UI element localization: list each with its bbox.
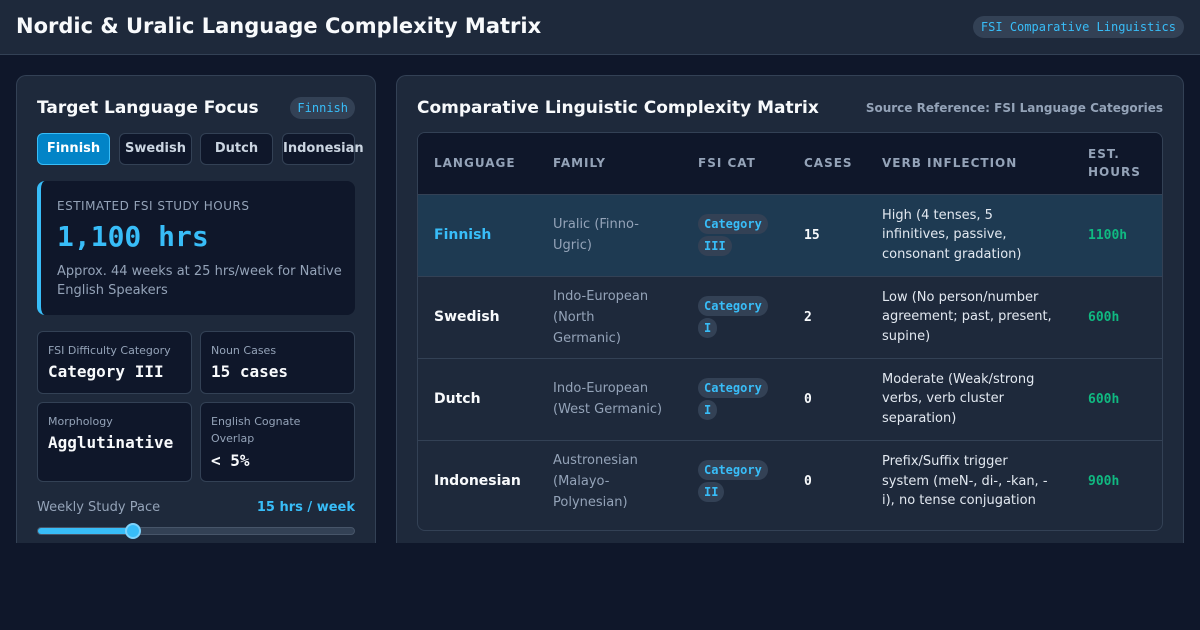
table-row-swedish[interactable]: Swedish Indo-European (North Germanic) C… (418, 275, 1162, 358)
complexity-matrix-panel: Comparative Linguistic Complexity Matrix… (396, 75, 1184, 543)
tab-finnish[interactable]: Finnish (37, 133, 110, 165)
column-header-verb-inflection[interactable]: VERB INFLECTION (866, 133, 1072, 194)
category-badge: Category III (698, 214, 768, 256)
category-badge: Category I (698, 296, 768, 338)
noun-cases-card: Noun Cases 15 cases (200, 331, 355, 394)
cell-language: Dutch (418, 357, 537, 440)
cell-category: Category II (682, 439, 788, 522)
tab-swedish[interactable]: Swedish (119, 133, 192, 165)
header-badge: FSI Comparative Linguistics (972, 16, 1184, 38)
app-title: Nordic & Uralic Language Complexity Matr… (16, 14, 542, 38)
column-header-cases[interactable]: CASES (788, 133, 866, 194)
selected-language-badge: Finnish (290, 97, 355, 119)
complexity-table: LANGUAGE FAMILY FSI CAT CASES VERB INFLE… (417, 132, 1163, 531)
tab-dutch[interactable]: Dutch (200, 133, 273, 165)
cognate-overlap-card: English Cognate Overlap < 5% (200, 402, 355, 482)
cell-language: Indonesian (418, 439, 537, 522)
morphology-card: Morphology Agglutinative (37, 402, 192, 482)
cell-cases: 0 (788, 357, 866, 440)
cell-family: Austronesian (Malayo-Polynesian) (537, 439, 682, 522)
cell-family: Indo-European (North Germanic) (537, 275, 682, 358)
stat-label: English Cognate Overlap (211, 415, 301, 445)
weekly-pace-value: 15 hrs / week (256, 500, 355, 515)
cell-hours: 1100h (1072, 193, 1162, 276)
study-hours-card: ESTIMATED FSI STUDY HOURS 1,100 hrs Appr… (37, 181, 355, 315)
weekly-pace-label: Weekly Study Pace (37, 500, 161, 515)
cell-verb-inflection: Prefix/Suffix trigger system (meN-, di-,… (866, 439, 1072, 522)
column-header-fsi-cat[interactable]: FSI CAT (682, 133, 788, 194)
column-header-est-hours[interactable]: EST. HOURS (1072, 133, 1162, 194)
column-header-family[interactable]: FAMILY (537, 133, 682, 194)
stat-label: Morphology (48, 415, 113, 428)
cell-hours: 900h (1072, 439, 1162, 522)
cell-language: Finnish (418, 193, 537, 276)
table-row-finnish[interactable]: Finnish Uralic (Finno-Ugric) Category II… (418, 193, 1162, 276)
stat-value: 15 cases (211, 362, 289, 381)
stat-label: Noun Cases (211, 344, 277, 357)
cell-verb-inflection: High (4 tenses, 5 infinitives, passive, … (866, 193, 1072, 276)
cell-verb-inflection: Moderate (Weak/strong verbs, verb cluste… (866, 357, 1072, 440)
matrix-title: Comparative Linguistic Complexity Matrix (417, 98, 819, 118)
language-focus-panel: Target Language Focus Finnish Finnish Sw… (16, 75, 376, 543)
category-badge: Category II (698, 460, 768, 503)
cell-hours: 600h (1072, 357, 1162, 440)
slider-fill (38, 528, 133, 534)
table-header-row: LANGUAGE FAMILY FSI CAT CASES VERB INFLE… (418, 133, 1162, 194)
cell-category: Category I (682, 357, 788, 440)
cell-cases: 0 (788, 439, 866, 522)
cell-family: Uralic (Finno-Ugric) (537, 193, 682, 276)
top-bar: Nordic & Uralic Language Complexity Matr… (0, 0, 1200, 55)
tab-indonesian[interactable]: Indonesian (282, 133, 364, 165)
cell-category: Category I (682, 275, 788, 358)
column-header-language[interactable]: LANGUAGE (418, 133, 537, 194)
stat-label: FSI Difficulty Category (48, 344, 171, 357)
cell-cases: 2 (788, 275, 866, 358)
study-hours-note: Approx. 44 weeks at 25 hrs/week for Nati… (57, 264, 342, 298)
study-hours-value: 1,100 hrs (57, 220, 209, 253)
cell-verb-inflection: Low (No person/number agreement; past, p… (866, 275, 1072, 358)
difficulty-category-card: FSI Difficulty Category Category III (37, 331, 192, 394)
cell-cases: 15 (788, 193, 866, 276)
study-hours-label: ESTIMATED FSI STUDY HOURS (57, 199, 250, 213)
stat-value: < 5% (211, 451, 250, 470)
table-row-indonesian[interactable]: Indonesian Austronesian (Malayo-Polynesi… (418, 439, 1162, 522)
cell-hours: 600h (1072, 275, 1162, 358)
slider-thumb[interactable] (124, 523, 141, 539)
weekly-pace-slider[interactable] (37, 523, 355, 539)
cell-language: Swedish (418, 275, 537, 358)
stat-value: Category III (48, 362, 164, 381)
cell-category: Category III (682, 193, 788, 276)
category-badge: Category I (698, 378, 768, 420)
source-reference: Source Reference: FSI Language Categorie… (865, 101, 1163, 115)
focus-panel-title: Target Language Focus (37, 98, 259, 118)
cell-family: Indo-European (West Germanic) (537, 357, 682, 440)
table-row-dutch[interactable]: Dutch Indo-European (West Germanic) Cate… (418, 357, 1162, 440)
stat-value: Agglutinative (48, 433, 174, 452)
